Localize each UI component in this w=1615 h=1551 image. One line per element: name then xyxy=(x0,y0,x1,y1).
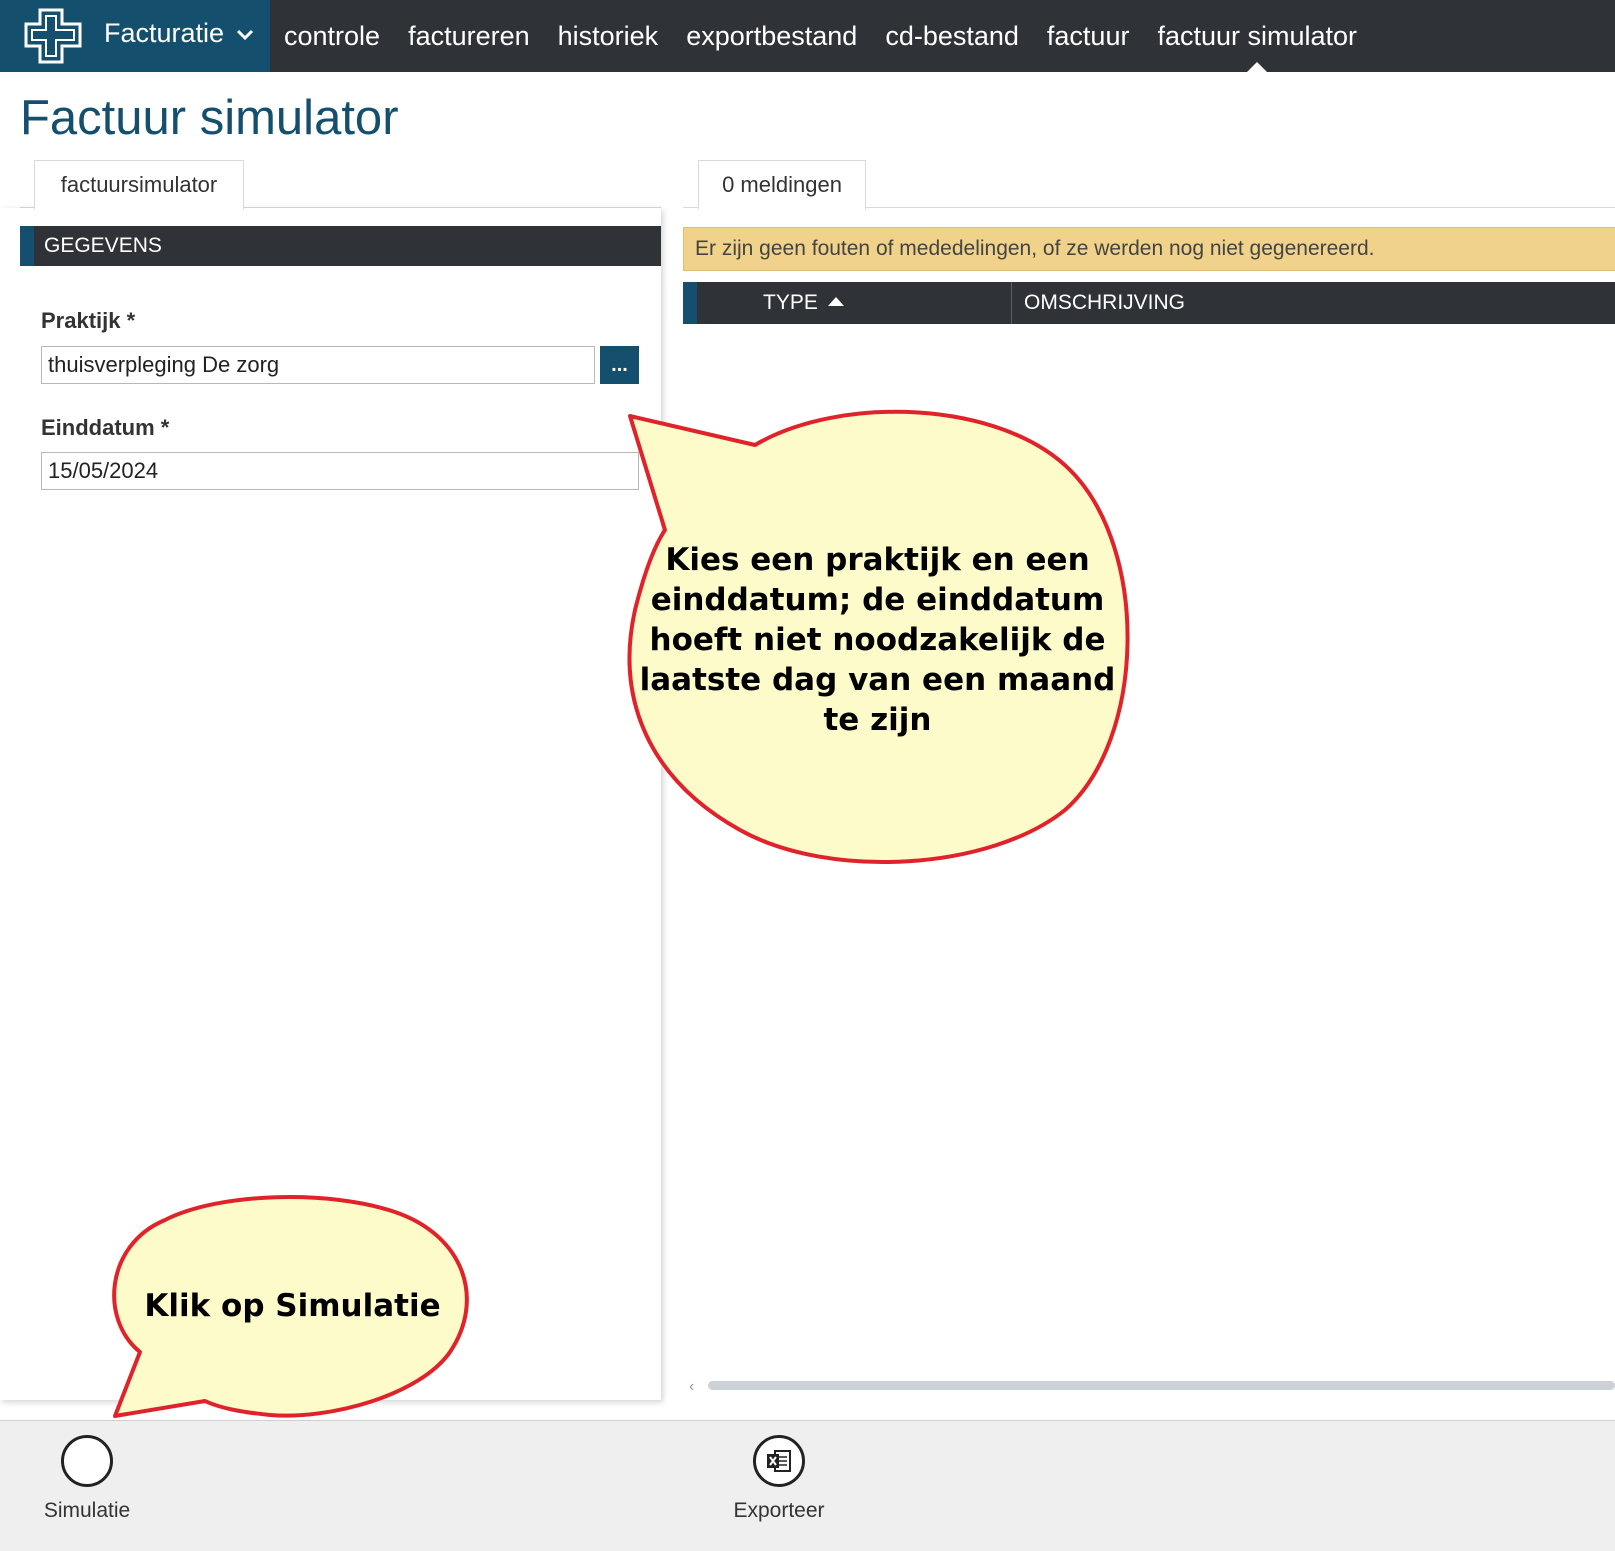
praktijk-label: Praktijk * xyxy=(41,308,136,333)
column-header-omschrijving[interactable]: OMSCHRIJVING xyxy=(1013,282,1185,324)
einddatum-input[interactable] xyxy=(41,452,639,490)
callout-main-line: Kies een praktijk en een xyxy=(665,542,1090,578)
excel-glyph-icon xyxy=(767,1450,791,1472)
app-menu-button[interactable]: Facturatie xyxy=(0,0,270,72)
horizontal-scrollbar[interactable] xyxy=(708,1381,1615,1390)
tab-meldingen[interactable]: 0 meldingen xyxy=(698,160,866,210)
simulatie-label: Simulatie xyxy=(43,1499,131,1522)
callout-main-line: einddatum; de einddatum xyxy=(650,582,1105,618)
top-navigation-bar: Facturatie controle factureren historiek… xyxy=(0,0,1615,72)
callout-bottom-text: Klik op Simulatie xyxy=(144,1288,441,1324)
medical-cross-logo-icon xyxy=(24,8,82,64)
nav-item-historiek[interactable]: historiek xyxy=(558,21,659,52)
nav-item-exportbestand[interactable]: exportbestand xyxy=(686,21,857,52)
sort-ascending-icon xyxy=(827,297,844,306)
nav-item-factuur[interactable]: factuur xyxy=(1047,21,1130,52)
callout-main-line: laatste dag van een maand xyxy=(639,662,1116,698)
nav-item-factureren[interactable]: factureren xyxy=(408,21,530,52)
app-menu-label: Facturatie xyxy=(104,18,225,48)
nav-item-factuur-simulator[interactable]: factuur simulator xyxy=(1157,21,1357,72)
simulatie-button[interactable]: Simulatie xyxy=(17,1435,157,1523)
meldingen-grid-header: TYPE OMSCHRIJVING xyxy=(683,282,1615,324)
callout-main-line: hoeft niet noodzakelijk de xyxy=(649,622,1106,658)
gegevens-panel xyxy=(0,208,661,1400)
nav-item-controle[interactable]: controle xyxy=(284,21,380,52)
simulatie-circle-icon xyxy=(61,1435,113,1487)
praktijk-lookup-button[interactable]: ... xyxy=(600,346,639,384)
column-omschrijving-label: OMSCHRIJVING xyxy=(1024,291,1186,314)
info-notice: Er zijn geen fouten of mededelingen, of … xyxy=(683,227,1615,271)
excel-export-icon xyxy=(753,1435,805,1487)
exporteer-button[interactable]: Exporteer xyxy=(709,1435,849,1523)
nav-item-cd-bestand[interactable]: cd-bestand xyxy=(885,21,1019,52)
callout-main-line: te zijn xyxy=(823,702,932,738)
praktijk-input[interactable] xyxy=(41,346,595,384)
callout-main-text: Kies een praktijk en een einddatum; de e… xyxy=(635,540,1120,740)
main-nav: controle factureren historiek exportbest… xyxy=(270,0,1371,72)
page-title: Factuur simulator xyxy=(20,91,399,145)
column-type-label: TYPE xyxy=(763,291,818,314)
scroll-left-arrow-icon[interactable]: ‹ xyxy=(689,1378,694,1396)
chevron-down-icon xyxy=(236,29,254,41)
exporteer-label: Exporteer xyxy=(733,1499,825,1522)
tab-factuursimulator[interactable]: factuursimulator xyxy=(34,160,244,210)
section-header-gegevens: GEGEVENS xyxy=(20,226,661,266)
einddatum-label: Einddatum * xyxy=(41,415,170,440)
column-header-type[interactable]: TYPE xyxy=(697,282,1012,324)
